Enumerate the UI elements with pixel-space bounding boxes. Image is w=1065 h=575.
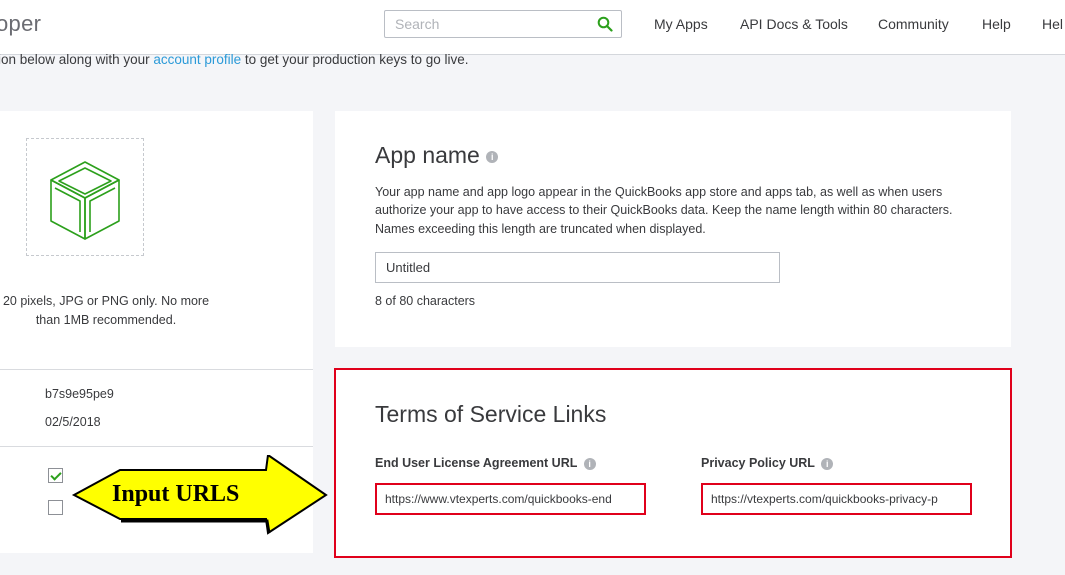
- nav-community[interactable]: Community: [878, 16, 949, 32]
- eula-label-text: End User License Agreement URL: [375, 456, 578, 470]
- info-icon[interactable]: i: [821, 457, 834, 470]
- app-name-input[interactable]: [375, 252, 780, 283]
- search-box[interactable]: [384, 10, 622, 38]
- privacy-policy-url-input[interactable]: [703, 485, 970, 513]
- nav-help-secondary[interactable]: Hel: [1042, 16, 1063, 32]
- app-id-value: b7s9e95pe9: [45, 387, 114, 401]
- logo-requirements-hint: 20 pixels, JPG or PNG only. No more than…: [2, 294, 210, 327]
- search-icon[interactable]: [597, 16, 613, 32]
- eula-url-field[interactable]: [375, 483, 646, 515]
- scope-checkbox-unchecked[interactable]: [48, 500, 63, 515]
- eula-url-input[interactable]: [377, 485, 644, 513]
- app-name-description: Your app name and app logo appear in the…: [375, 185, 953, 236]
- app-name-title: App name: [375, 142, 480, 168]
- privacy-policy-url-field[interactable]: [701, 483, 972, 515]
- app-name-heading: App name i: [375, 142, 499, 169]
- banner-text-start: ion below along with your: [0, 52, 154, 67]
- cube-icon: [50, 161, 120, 240]
- search-input[interactable]: [395, 15, 585, 33]
- privacy-policy-label: Privacy Policy URL i: [701, 456, 834, 470]
- nav-api-docs-tools[interactable]: API Docs & Tools: [740, 16, 848, 32]
- eula-label: End User License Agreement URL i: [375, 456, 596, 470]
- info-icon[interactable]: i: [486, 150, 499, 163]
- privacy-policy-label-text: Privacy Policy URL: [701, 456, 815, 470]
- character-counter: 8 of 80 characters: [375, 294, 476, 308]
- panel-divider: [0, 446, 313, 447]
- created-date-value: 02/5/2018: [45, 415, 101, 429]
- nav-help[interactable]: Help: [982, 16, 1011, 32]
- terms-heading: Terms of Service Links: [375, 401, 607, 427]
- banner-text-end: to get your production keys to go live.: [241, 52, 469, 67]
- top-navigation-bar: oper My Apps API Docs & Tools Community …: [0, 0, 1065, 55]
- scope-checkbox-checked[interactable]: [48, 468, 63, 483]
- panel-divider: [0, 369, 313, 370]
- production-keys-banner: ion below along with your account profil…: [0, 52, 469, 67]
- info-icon[interactable]: i: [583, 457, 596, 470]
- account-profile-link[interactable]: account profile: [153, 52, 241, 67]
- app-logo-upload[interactable]: [26, 138, 144, 256]
- annotation-label: Input URLS: [112, 481, 240, 507]
- brand-title[interactable]: oper: [0, 11, 41, 37]
- nav-my-apps[interactable]: My Apps: [654, 16, 708, 32]
